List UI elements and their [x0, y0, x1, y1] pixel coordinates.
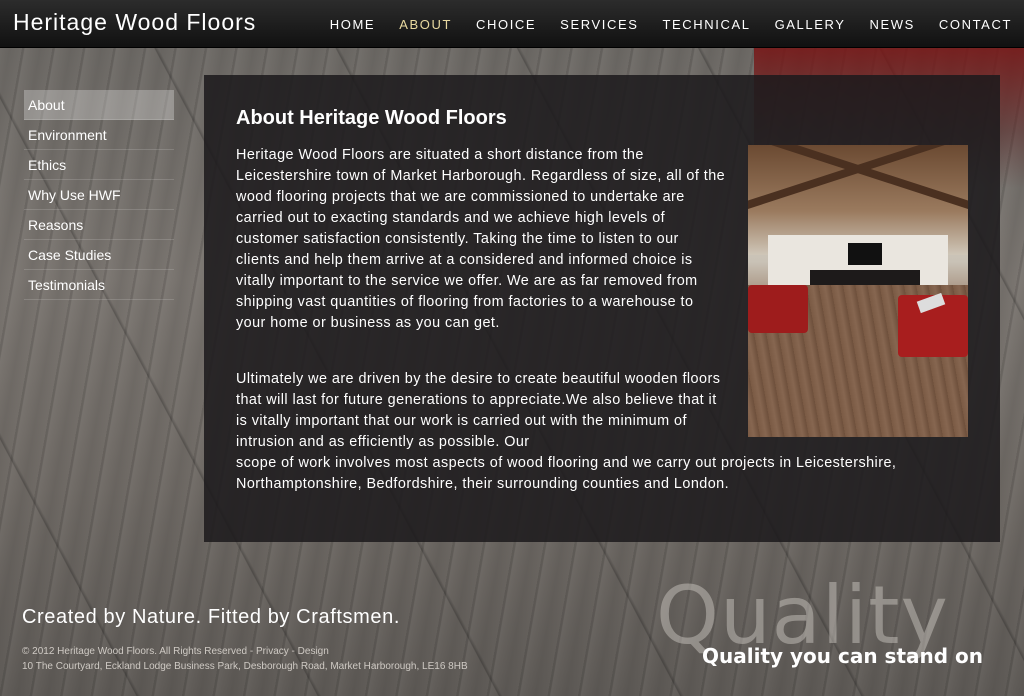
nav-contact[interactable]: CONTACT	[939, 17, 1012, 32]
tagline: Created by Nature. Fitted by Craftsmen.	[22, 606, 400, 628]
page-title: About Heritage Wood Floors	[236, 107, 507, 129]
site-logo[interactable]: Heritage Wood Floors	[13, 9, 256, 36]
privacy-link[interactable]: Privacy	[256, 646, 289, 657]
sidebar-item-ethics[interactable]: Ethics	[24, 150, 174, 180]
nav-about[interactable]: ABOUT	[399, 17, 452, 32]
footer-address: 10 The Courtyard, Eckland Lodge Business…	[22, 661, 468, 672]
design-link[interactable]: Design	[298, 646, 329, 657]
sidebar-item-case-studies[interactable]: Case Studies	[24, 240, 174, 270]
content-panel: About Heritage Wood Floors Heritage Wood…	[204, 75, 1000, 542]
nav-choice[interactable]: CHOICE	[476, 17, 536, 32]
sidebar-item-about[interactable]: About	[24, 90, 174, 120]
copyright-text: © 2012 Heritage Wood Floors. All Rights …	[22, 646, 256, 657]
footer: © 2012 Heritage Wood Floors. All Rights …	[22, 644, 468, 674]
sidebar-item-reasons[interactable]: Reasons	[24, 210, 174, 240]
quality-slogan: Quality you can stand on	[702, 644, 983, 668]
sidebar-item-environment[interactable]: Environment	[24, 120, 174, 150]
sidebar-item-testimonials[interactable]: Testimonials	[24, 270, 174, 300]
main-nav: HOME ABOUT CHOICE SERVICES TECHNICAL GAL…	[306, 17, 1012, 32]
footer-copyright-line: © 2012 Heritage Wood Floors. All Rights …	[22, 644, 468, 659]
about-paragraph-2-part-b: scope of work involves most aspects of w…	[236, 455, 897, 492]
about-paragraph-2: Ultimately we are driven by the desire t…	[236, 369, 984, 495]
footer-separator: -	[288, 646, 298, 657]
about-paragraph-2-part-a: Ultimately we are driven by the desire t…	[236, 371, 721, 450]
sidebar-item-why-use-hwf[interactable]: Why Use HWF	[24, 180, 174, 210]
nav-gallery[interactable]: GALLERY	[775, 17, 846, 32]
sidebar: About Environment Ethics Why Use HWF Rea…	[24, 90, 174, 300]
about-paragraph-1: Heritage Wood Floors are situated a shor…	[236, 147, 726, 331]
nav-technical[interactable]: TECHNICAL	[662, 17, 750, 32]
nav-news[interactable]: NEWS	[870, 17, 915, 32]
nav-home[interactable]: HOME	[330, 17, 375, 32]
top-bar: Heritage Wood Floors HOME ABOUT CHOICE S…	[0, 0, 1024, 48]
nav-services[interactable]: SERVICES	[560, 17, 638, 32]
